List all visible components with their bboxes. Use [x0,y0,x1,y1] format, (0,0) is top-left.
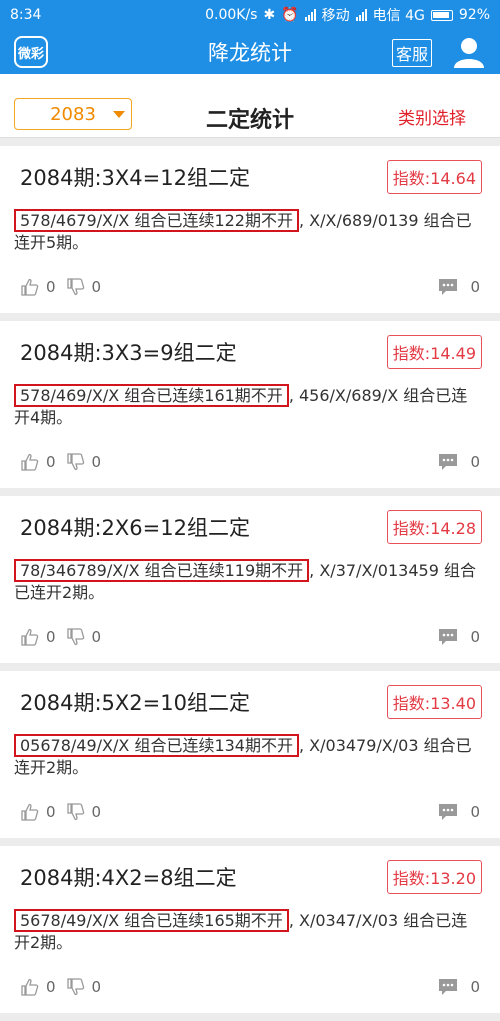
card-actions: 0 0 0 [20,976,480,998]
highlight-text: 05678/49/X/X 组合已连续134期不开 [14,734,299,757]
comment-icon[interactable] [438,628,458,646]
thumbs-up-icon[interactable] [20,978,40,996]
like-count: 0 [46,978,56,996]
dislike-count: 0 [91,628,102,646]
thumbs-down-icon[interactable] [66,803,86,821]
battery-icon [430,9,453,21]
stat-card[interactable]: 2084期:4X2=8组二定 指数:13.20 5678/49/X/X 组合已连… [0,846,500,1013]
card-actions: 0 0 0 [20,626,480,648]
user-avatar-icon[interactable] [452,36,486,68]
battery-level: 92% [458,7,490,23]
alarm-icon: ⏰ [281,7,299,23]
signal-icon [304,9,316,21]
comment-group[interactable]: 0 [438,278,480,296]
comment-count: 0 [470,628,480,646]
thumbs-up-icon[interactable] [20,628,40,646]
card-title: 2084期:2X6=12组二定 [20,516,250,540]
carrier-1: 移动 [321,8,350,24]
comment-count: 0 [470,803,480,821]
comment-group[interactable]: 0 [438,628,480,646]
network-speed: 0.00K/s [205,7,258,23]
customer-service-button[interactable]: 客服 [391,39,432,67]
category-select-button[interactable]: 类别选择 [398,104,466,129]
stat-card[interactable]: 2084期:3X3=9组二定 指数:14.49 578/469/X/X 组合已连… [0,321,500,488]
thumbs-down-icon[interactable] [66,278,86,296]
comment-count: 0 [470,978,480,996]
comment-group[interactable]: 0 [438,453,480,471]
index-badge: 指数:14.64 [386,160,482,194]
card-description: 78/346789/X/X 组合已连续119期不开, X/37/X/013459… [14,559,482,604]
bluetooth-icon: ✱ [263,7,276,23]
thumbs-down-icon[interactable] [66,628,86,646]
stat-card[interactable]: 2084期:2X6=12组二定 指数:14.28 78/346789/X/X 组… [0,496,500,663]
comment-icon[interactable] [438,453,458,471]
filter-toolbar: 2083 二定统计 类别选择 [0,74,500,138]
stat-card[interactable]: 2084期:5X2=10组二定 指数:13.40 05678/49/X/X 组合… [0,671,500,838]
comment-count: 0 [470,278,480,296]
dislike-count: 0 [91,453,102,471]
card-title: 2084期:3X4=12组二定 [20,166,250,190]
card-title: 2084期:4X2=8组二定 [20,866,237,890]
card-actions: 0 0 0 [20,451,480,473]
highlight-text: 5678/49/X/X 组合已连续165期不开 [14,909,289,932]
index-badge: 指数:14.28 [386,510,482,544]
card-list: 2084期:3X4=12组二定 指数:14.64 578/4679/X/X 组合… [0,146,500,1013]
comment-count: 0 [470,453,480,471]
thumbs-up-icon[interactable] [20,803,40,821]
card-description: 5678/49/X/X 组合已连续165期不开, X/0347/X/03 组合已… [14,909,482,954]
comment-group[interactable]: 0 [438,803,480,821]
comment-icon[interactable] [438,978,458,996]
like-count: 0 [46,453,56,471]
card-title: 2084期:5X2=10组二定 [20,691,250,715]
thumbs-down-icon[interactable] [66,453,86,471]
index-badge: 指数:13.40 [386,685,482,719]
carrier-2: 电信 4G [372,8,425,24]
card-description: 578/4679/X/X 组合已连续122期不开, X/X/689/0139 组… [14,209,482,254]
like-count: 0 [46,278,56,296]
app-logo[interactable]: 微彩 [14,36,48,68]
status-bar: 8:34 0.00K/s ✱ ⏰ 移动 电信 4G 92% [0,0,500,30]
comment-icon[interactable] [438,803,458,821]
like-count: 0 [46,803,56,821]
stat-card[interactable]: 2084期:3X4=12组二定 指数:14.64 578/4679/X/X 组合… [0,146,500,313]
comment-group[interactable]: 0 [438,978,480,996]
dislike-count: 0 [91,278,102,296]
card-actions: 0 0 0 [20,801,480,823]
card-actions: 0 0 0 [20,276,480,298]
index-badge: 指数:14.49 [386,335,482,369]
like-count: 0 [46,628,56,646]
card-title: 2084期:3X3=9组二定 [20,341,237,365]
status-time: 8:34 [10,7,42,23]
card-description: 578/469/X/X 组合已连续161期不开, 456/X/689/X 组合已… [14,384,482,429]
thumbs-up-icon[interactable] [20,453,40,471]
card-description: 05678/49/X/X 组合已连续134期不开, X/03479/X/03 组… [14,734,482,779]
highlight-text: 578/4679/X/X 组合已连续122期不开 [14,209,299,232]
index-badge: 指数:13.20 [386,860,482,894]
dislike-count: 0 [91,803,102,821]
signal-icon-2 [355,9,367,21]
highlight-text: 578/469/X/X 组合已连续161期不开 [14,384,289,407]
app-bar: 微彩 降龙统计 客服 [0,30,500,74]
thumbs-down-icon[interactable] [66,978,86,996]
comment-icon[interactable] [438,278,458,296]
thumbs-up-icon[interactable] [20,278,40,296]
dislike-count: 0 [91,978,102,996]
highlight-text: 78/346789/X/X 组合已连续119期不开 [14,559,310,582]
